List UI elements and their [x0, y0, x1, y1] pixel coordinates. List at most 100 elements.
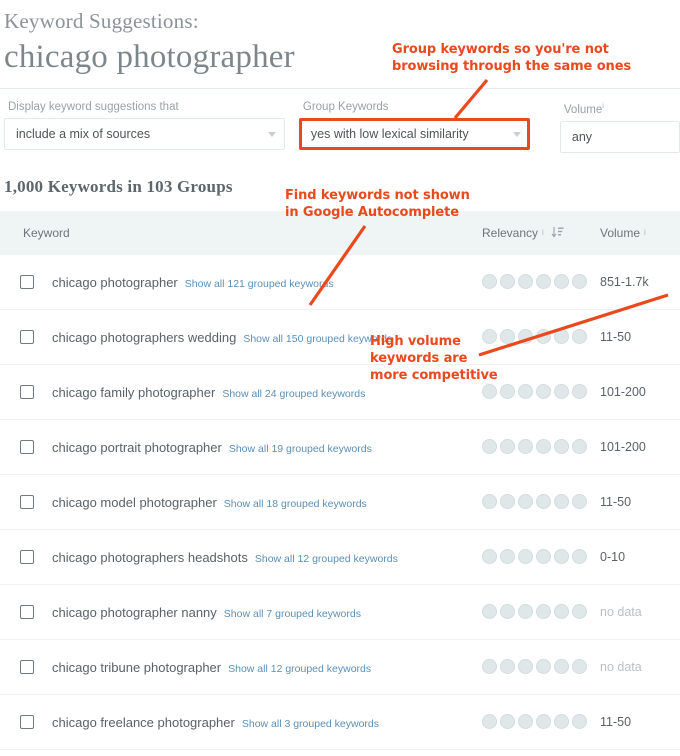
show-grouped-keywords-link[interactable]: Show all 12 grouped keywords	[255, 553, 398, 565]
relevancy-dot	[554, 384, 569, 400]
relevancy-dot	[500, 439, 515, 455]
relevancy-dot	[500, 549, 515, 565]
row-checkbox[interactable]	[20, 715, 34, 730]
sort-descending-icon[interactable]	[551, 226, 564, 239]
info-icon[interactable]: i	[602, 101, 604, 110]
keyword-cell: chicago portrait photographer Show all 19…	[0, 438, 482, 455]
keyword-text: chicago photographer nanny	[52, 605, 217, 621]
volume-cell: 101-200	[600, 439, 646, 454]
relevancy-dot	[572, 549, 587, 565]
relevancy-dot	[536, 604, 551, 620]
relevancy-cell	[482, 494, 600, 510]
relevancy-dot	[500, 714, 515, 730]
relevancy-dot	[572, 604, 587, 620]
relevancy-cell	[482, 274, 600, 290]
volume-cell: no data	[600, 659, 642, 674]
relevancy-cell	[482, 329, 600, 345]
volume-select-value: any	[571, 129, 593, 144]
column-header-keyword[interactable]: Keyword	[0, 226, 482, 240]
table-row[interactable]: chicago family photographer Show all 24 g…	[0, 365, 680, 420]
keyword-cell: chicago photographer nanny Show all 7 gro…	[0, 603, 482, 620]
relevancy-dot	[500, 384, 515, 400]
table-row[interactable]: chicago tribune photographer Show all 12 …	[0, 640, 680, 695]
show-grouped-keywords-link[interactable]: Show all 121 grouped keywords	[185, 278, 334, 290]
group-keywords-select[interactable]: yes with low lexical similarity	[298, 118, 530, 150]
relevancy-dot	[518, 549, 533, 565]
row-checkbox[interactable]	[20, 440, 34, 455]
filter-sources-label: Display keyword suggestions that	[8, 101, 179, 113]
relevancy-dot	[500, 604, 515, 620]
keyword-text: chicago tribune photographer	[52, 660, 222, 676]
row-checkbox[interactable]	[20, 605, 34, 620]
table-row[interactable]: chicago freelance photographer Show all 3…	[0, 695, 680, 750]
filter-volume: Volumei any	[559, 101, 680, 153]
show-grouped-keywords-link[interactable]: Show all 12 grouped keywords	[228, 663, 371, 675]
volume-cell: 11-50	[600, 494, 632, 509]
relevancy-dot	[536, 329, 551, 345]
relevancy-dot	[536, 274, 551, 290]
relevancy-cell	[482, 604, 600, 620]
relevancy-dot	[572, 274, 587, 290]
column-header-volume[interactable]: Volume i	[600, 226, 680, 240]
keyword-cell: chicago photographer Show all 121 grouped…	[0, 273, 482, 290]
relevancy-dot	[536, 549, 551, 565]
relevancy-dot	[482, 714, 497, 730]
relevancy-dot	[536, 714, 551, 730]
relevancy-dot	[482, 274, 497, 290]
relevancy-cell	[482, 549, 600, 565]
relevancy-dot	[482, 659, 497, 675]
table-row[interactable]: chicago model photographer Show all 18 gr…	[0, 475, 680, 530]
volume-cell: no data	[600, 604, 642, 619]
keyword-cell: chicago photographers headshots Show all …	[0, 548, 482, 565]
table-row[interactable]: chicago photographer nanny Show all 7 gro…	[0, 585, 680, 640]
row-checkbox[interactable]	[20, 385, 34, 400]
row-checkbox[interactable]	[20, 495, 34, 510]
row-checkbox[interactable]	[20, 660, 34, 675]
table-row[interactable]: chicago photographer Show all 121 grouped…	[0, 255, 680, 310]
info-icon[interactable]: i	[542, 228, 544, 237]
column-header-relevancy[interactable]: Relevancy i	[482, 226, 600, 240]
relevancy-dot	[572, 659, 587, 675]
relevancy-dot	[518, 384, 533, 400]
sources-select[interactable]: include a mix of sources	[4, 118, 285, 150]
table-row[interactable]: chicago photographers headshots Show all …	[0, 530, 680, 585]
relevancy-dot	[554, 329, 569, 345]
relevancy-dot	[554, 549, 569, 565]
relevancy-dot	[518, 659, 533, 675]
row-checkbox[interactable]	[20, 275, 34, 290]
relevancy-dot	[518, 329, 533, 345]
keyword-cell: chicago family photographer Show all 24 g…	[0, 383, 482, 400]
show-grouped-keywords-link[interactable]: Show all 7 grouped keywords	[224, 608, 361, 620]
show-grouped-keywords-link[interactable]: Show all 18 grouped keywords	[224, 498, 367, 510]
show-grouped-keywords-link[interactable]: Show all 19 grouped keywords	[229, 443, 372, 455]
relevancy-dot	[554, 604, 569, 620]
relevancy-cell	[482, 659, 600, 675]
table-row[interactable]: chicago photographers wedding Show all 15…	[0, 310, 680, 365]
show-grouped-keywords-link[interactable]: Show all 3 grouped keywords	[242, 718, 379, 730]
filter-bar: Display keyword suggestions that include…	[0, 89, 680, 153]
volume-select[interactable]: any	[559, 120, 680, 153]
info-icon[interactable]: i	[644, 228, 646, 237]
relevancy-dot	[572, 439, 587, 455]
row-checkbox[interactable]	[20, 550, 34, 565]
volume-cell: 11-50	[600, 714, 632, 729]
chevron-down-icon	[267, 131, 276, 137]
relevancy-dot	[572, 329, 587, 345]
keyword-text: chicago photographer	[52, 275, 178, 291]
relevancy-dot	[518, 439, 533, 455]
relevancy-dot	[518, 494, 533, 510]
relevancy-dot	[554, 659, 569, 675]
relevancy-dot	[482, 439, 497, 455]
show-grouped-keywords-link[interactable]: Show all 24 grouped keywords	[222, 388, 365, 400]
relevancy-dot	[536, 439, 551, 455]
relevancy-dot	[572, 714, 587, 730]
relevancy-dot	[482, 384, 497, 400]
relevancy-dot	[554, 439, 569, 455]
relevancy-dot	[536, 659, 551, 675]
filter-volume-label-text: Volume	[563, 103, 603, 116]
table-row[interactable]: chicago portrait photographer Show all 19…	[0, 420, 680, 475]
relevancy-dot	[482, 549, 497, 565]
row-checkbox[interactable]	[20, 330, 34, 345]
column-header-volume-label: Volume	[600, 225, 641, 240]
relevancy-cell	[482, 439, 600, 455]
